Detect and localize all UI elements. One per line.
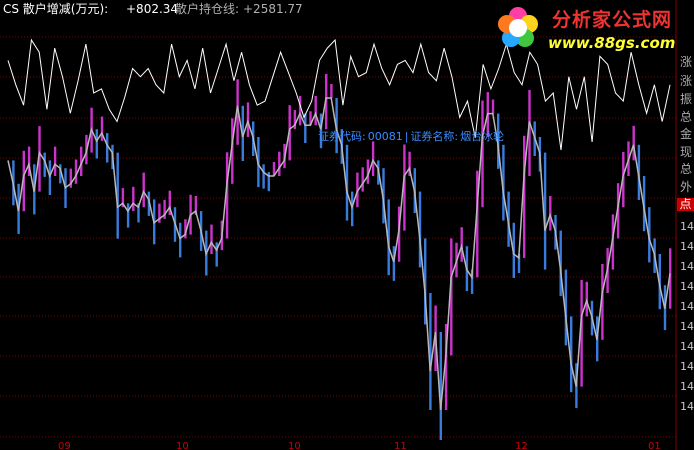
down-bar [95,129,98,159]
name-value: 烟台冰轮 [460,130,505,143]
code-value: 00081 [367,130,403,143]
down-bar [304,113,307,143]
up-bar [314,95,317,126]
right-label: 总 [680,110,693,124]
holding-line [7,97,671,411]
logo-text: 分析家公式网 [552,9,673,31]
right-value: 14 [680,220,694,233]
up-bar [371,141,375,176]
up-bar [74,159,78,184]
logo-url: www.88gs.com [548,34,676,52]
down-bar [106,133,109,163]
highlight-label[interactable]: 点 [677,198,694,211]
x-axis-label: 11 [394,441,407,450]
holding-line-label: 散户持仓线: [175,2,240,16]
right-value: 14 [680,300,694,313]
right-label: 金 [680,127,693,141]
up-bar [132,186,135,212]
right-value: 14 [680,260,694,273]
right-label: 涨 [680,55,693,69]
chart-window: { "header": { "title": "CS 散户增减(万元):", "… [0,0,694,450]
code-label: 证券代码: [318,130,366,143]
down-bar [439,332,442,440]
flower-logo-icon [498,7,538,47]
right-label: 涨 [680,74,693,88]
right-value: 14 [680,340,694,353]
up-bar [330,84,333,98]
up-bar [361,167,364,192]
right-label: 现 [680,145,693,159]
up-bar [298,95,302,126]
up-bar [142,172,145,208]
up-bar [491,99,495,114]
right-value: 14 [680,360,694,373]
right-value: 14 [680,400,694,413]
right-value: 14 [680,380,694,393]
indicator-title: CS 散户增减(万元): [3,2,109,16]
holding-line-value: +2581.77 [243,2,303,16]
down-bar [179,222,182,258]
up-bar [210,224,213,254]
right-label: 外 [680,180,693,194]
down-bar [126,203,130,228]
down-bar [48,160,52,195]
x-axis-label: 01 [648,441,661,450]
down-bar [262,164,265,189]
retail-change-value: +802.34 [126,2,179,16]
right-value: 14 [680,240,694,253]
x-axis-label: 10 [288,441,301,450]
right-value: 14 [680,320,694,333]
x-axis-label: 09 [58,441,71,450]
x-axis-label: 10 [176,441,189,450]
up-bar [53,146,57,176]
security-info: 证券代码: 00081 | 证券名称: 烟台冰轮 [318,130,505,143]
name-label: 证券名称: [410,130,459,143]
x-axis-label: 12 [515,441,528,450]
chart-canvas [0,0,677,450]
right-label: 振 [680,92,693,106]
right-value: 14 [680,280,694,293]
right-label: 总 [680,162,693,176]
up-bar [278,151,281,176]
